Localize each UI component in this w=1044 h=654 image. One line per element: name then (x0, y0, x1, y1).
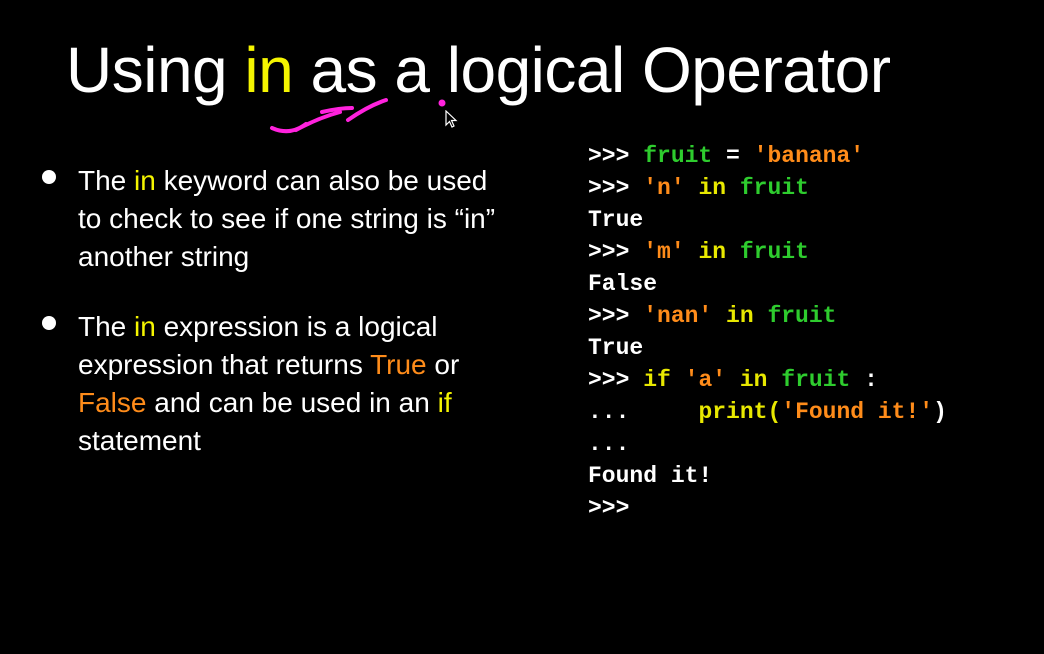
bullet-item-2: The in expression is a logical expressio… (38, 308, 508, 460)
code-line: ... print('Found it!') (588, 399, 947, 425)
keyword-in: in (134, 311, 156, 342)
code-line: >>> 'nan' in fruit (588, 303, 837, 329)
bullet-text: and can be used in an (146, 387, 438, 418)
python-repl-session: >>> fruit = 'banana' >>> 'n' in fruit True… (588, 140, 947, 524)
code-line: ... (588, 431, 630, 457)
keyword-true: True (370, 349, 427, 380)
code-line: >>> if 'a' in fruit : (588, 367, 878, 393)
code-output: Found it! (588, 463, 713, 489)
bullet-text: The (78, 165, 135, 196)
bullet-dot-icon (42, 316, 56, 330)
bullet-item-1: The in keyword can also be used to check… (38, 162, 508, 276)
bullet-list: The in keyword can also be used to check… (38, 162, 508, 492)
bullet-text: or (426, 349, 460, 380)
keyword-if: if (437, 387, 452, 418)
slide: Using in as a logical Operator The in ke… (0, 0, 1044, 654)
code-output: True (588, 335, 644, 361)
code-line: >>> 'm' in fruit (588, 239, 809, 265)
code-line: >>> fruit = 'banana' (588, 143, 865, 169)
code-line: >>> (588, 495, 630, 521)
keyword-in: in (134, 165, 156, 196)
bullet-text: statement (78, 425, 201, 456)
keyword-false: False (78, 387, 147, 418)
mouse-cursor-icon (445, 110, 458, 128)
code-output: False (588, 271, 658, 297)
bullet-dot-icon (42, 170, 56, 184)
bullet-text: The (78, 311, 135, 342)
code-output: True (588, 207, 644, 233)
code-line: >>> 'n' in fruit (588, 175, 809, 201)
